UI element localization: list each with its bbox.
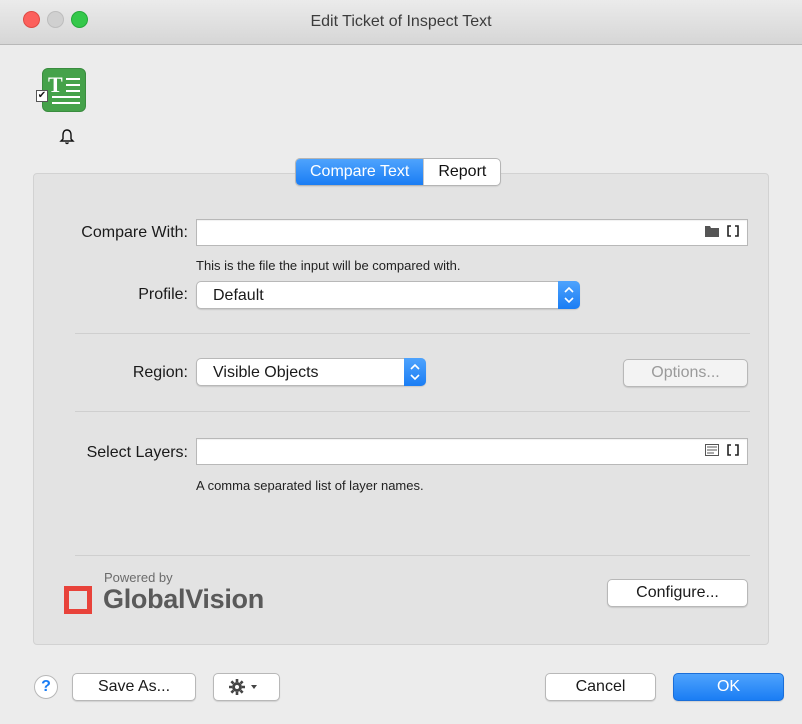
cancel-button[interactable]: Cancel	[545, 673, 656, 701]
compare-with-hint: This is the file the input will be compa…	[196, 258, 461, 273]
gear-icon	[228, 679, 257, 695]
profile-value: Default	[213, 287, 264, 304]
profile-label: Profile:	[138, 286, 188, 303]
compare-with-field[interactable]	[196, 219, 748, 246]
region-popup[interactable]: Visible Objects	[196, 358, 426, 386]
region-label: Region:	[132, 364, 188, 381]
save-as-button[interactable]: Save As...	[72, 673, 196, 701]
tab-report[interactable]: Report	[423, 159, 500, 185]
brackets-icon[interactable]	[727, 444, 739, 456]
globalvision-logo	[64, 586, 92, 614]
select-layers-hint: A comma separated list of layer names.	[196, 478, 424, 493]
region-value: Visible Objects	[213, 364, 319, 381]
brackets-icon[interactable]	[727, 225, 739, 237]
title-bar: Edit Ticket of Inspect Text	[0, 0, 802, 45]
chevron-updown-icon	[404, 358, 426, 386]
folder-icon[interactable]	[705, 225, 719, 237]
select-layers-field[interactable]	[196, 438, 748, 465]
profile-popup[interactable]: Default	[196, 281, 580, 309]
divider	[75, 555, 750, 556]
options-button[interactable]: Options...	[623, 359, 748, 387]
ok-button[interactable]: OK	[673, 673, 784, 701]
globalvision-name: GlobalVision	[103, 584, 264, 614]
bell-icon[interactable]	[58, 128, 76, 146]
help-button[interactable]: ?	[34, 675, 58, 699]
gear-menu-button[interactable]	[213, 673, 280, 701]
select-layers-label: Select Layers:	[86, 444, 188, 461]
divider	[75, 333, 750, 334]
compare-with-label: Compare With:	[81, 224, 188, 241]
chevron-updown-icon	[558, 281, 580, 309]
window-title: Edit Ticket of Inspect Text	[310, 13, 492, 30]
tab-compare-text[interactable]: Compare Text	[296, 159, 424, 185]
powered-by-text: Powered by	[104, 570, 173, 585]
inspect-text-icon: T	[42, 68, 86, 112]
configure-button[interactable]: Configure...	[607, 579, 748, 607]
enabled-checkbox[interactable]: ✔	[36, 90, 48, 102]
tab-bar: Compare Text Report	[295, 158, 502, 186]
divider	[75, 411, 750, 412]
list-icon[interactable]	[705, 444, 719, 456]
